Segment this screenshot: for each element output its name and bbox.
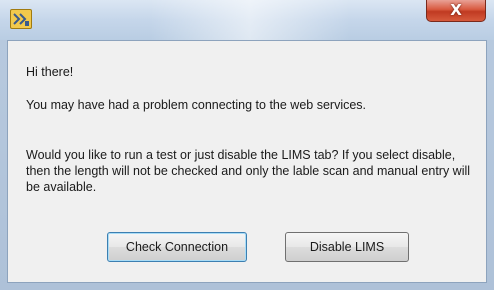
close-icon: X: [450, 1, 462, 19]
disable-lims-button[interactable]: Disable LIMS: [285, 232, 409, 262]
close-button[interactable]: X: [426, 0, 486, 22]
app-icon: [10, 9, 32, 29]
check-connection-button[interactable]: Check Connection: [107, 232, 247, 262]
title-bar[interactable]: X: [0, 0, 494, 40]
title-bar-highlight: [150, 0, 350, 40]
greeting-text: Hi there!: [26, 65, 74, 79]
question-text: Would you like to run a test or just dis…: [26, 148, 471, 194]
dialog-window: X Hi there! You may have had a problem c…: [0, 0, 494, 290]
problem-text: You may have had a problem connecting to…: [26, 98, 367, 112]
